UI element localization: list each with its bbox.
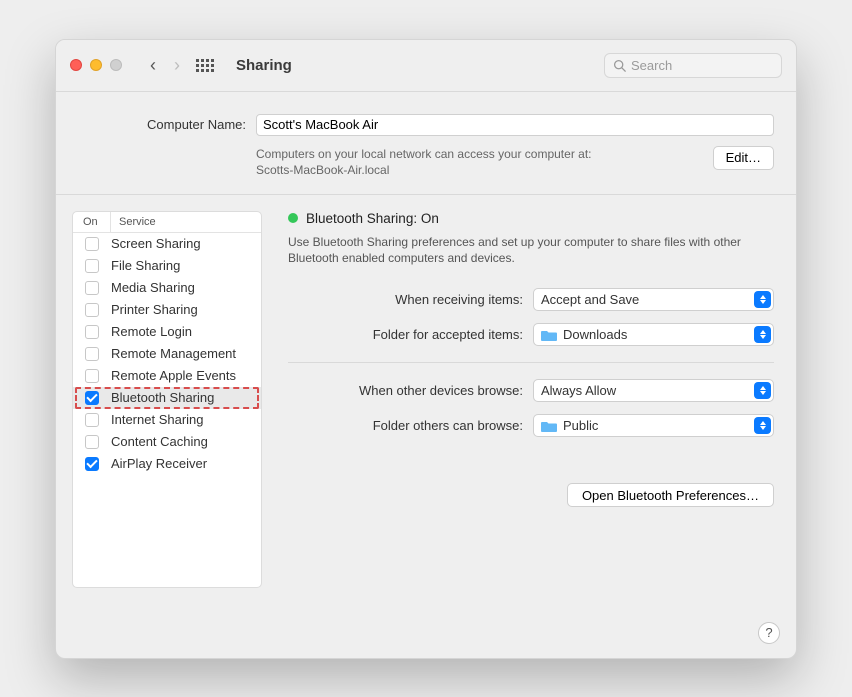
status-indicator-icon (288, 213, 298, 223)
window-controls (70, 59, 122, 71)
receive-select[interactable]: Accept and Save (533, 288, 774, 311)
show-all-icon[interactable] (196, 59, 214, 72)
computer-name-desc: Computers on your local network can acce… (256, 146, 693, 178)
chevron-updown-icon (754, 326, 771, 343)
service-label: File Sharing (111, 258, 261, 273)
accept-folder-select[interactable]: Downloads (533, 323, 774, 346)
service-row[interactable]: Content Caching (73, 431, 261, 453)
nav-arrows: ‹ › (150, 55, 180, 76)
service-row[interactable]: AirPlay Receiver (73, 453, 261, 475)
service-checkbox[interactable] (85, 281, 99, 295)
service-checkbox[interactable] (85, 435, 99, 449)
service-label: AirPlay Receiver (111, 456, 261, 471)
service-row[interactable]: Remote Login (73, 321, 261, 343)
services-pane: On Service Screen Sharing File Sharing Med… (56, 195, 278, 658)
close-icon[interactable] (70, 59, 82, 71)
accept-folder-value: Downloads (563, 327, 627, 342)
service-checkbox[interactable] (85, 237, 99, 251)
service-checkbox[interactable] (85, 347, 99, 361)
service-row[interactable]: Remote Apple Events (73, 365, 261, 387)
col-on-header[interactable]: On (73, 212, 111, 232)
browse-folder-label: Folder others can browse: (288, 418, 533, 433)
chevron-updown-icon (754, 291, 771, 308)
detail-pane: Bluetooth Sharing: On Use Bluetooth Shar… (278, 195, 796, 658)
status-desc: Use Bluetooth Sharing preferences and se… (288, 234, 774, 266)
service-checkbox[interactable] (85, 413, 99, 427)
service-row[interactable]: Bluetooth Sharing (73, 387, 261, 409)
status-title: Bluetooth Sharing: On (306, 211, 439, 226)
service-row[interactable]: Remote Management (73, 343, 261, 365)
open-bluetooth-prefs-button[interactable]: Open Bluetooth Preferences… (567, 483, 774, 507)
folder-icon (541, 420, 557, 432)
service-label: Remote Management (111, 346, 261, 361)
service-label: Bluetooth Sharing (111, 390, 261, 405)
minimize-icon[interactable] (90, 59, 102, 71)
service-label: Media Sharing (111, 280, 261, 295)
service-checkbox[interactable] (85, 259, 99, 273)
service-row[interactable]: Internet Sharing (73, 409, 261, 431)
service-label: Remote Apple Events (111, 368, 261, 383)
search-field[interactable] (604, 53, 782, 78)
service-checkbox[interactable] (85, 369, 99, 383)
service-label: Internet Sharing (111, 412, 261, 427)
browse-folder-value: Public (563, 418, 598, 433)
service-label: Screen Sharing (111, 236, 261, 251)
edit-button[interactable]: Edit… (713, 146, 774, 170)
window-title: Sharing (236, 57, 292, 74)
services-table: On Service Screen Sharing File Sharing Med… (72, 211, 262, 588)
zoom-icon (110, 59, 122, 71)
service-label: Content Caching (111, 434, 261, 449)
service-checkbox[interactable] (85, 391, 99, 405)
computer-name-pane: Computer Name: Computers on your local n… (56, 92, 796, 195)
browse-label: When other devices browse: (288, 383, 533, 398)
browse-select[interactable]: Always Allow (533, 379, 774, 402)
accept-folder-label: Folder for accepted items: (288, 327, 533, 342)
service-checkbox[interactable] (85, 457, 99, 471)
forward-button: › (174, 55, 180, 76)
preferences-window: ‹ › Sharing Computer Name: Computers on … (55, 39, 797, 659)
browse-folder-select[interactable]: Public (533, 414, 774, 437)
receive-value: Accept and Save (541, 292, 639, 307)
chevron-updown-icon (754, 417, 771, 434)
service-row[interactable]: Media Sharing (73, 277, 261, 299)
service-row[interactable]: Screen Sharing (73, 233, 261, 255)
service-checkbox[interactable] (85, 325, 99, 339)
service-row[interactable]: Printer Sharing (73, 299, 261, 321)
col-service-header[interactable]: Service (111, 212, 261, 232)
search-icon (613, 59, 626, 72)
chevron-updown-icon (754, 382, 771, 399)
back-button[interactable]: ‹ (150, 55, 156, 76)
service-label: Printer Sharing (111, 302, 261, 317)
content-area: On Service Screen Sharing File Sharing Med… (56, 195, 796, 658)
computer-name-input[interactable] (256, 114, 774, 136)
receive-label: When receiving items: (288, 292, 533, 307)
service-row[interactable]: File Sharing (73, 255, 261, 277)
search-input[interactable] (631, 58, 773, 73)
browse-value: Always Allow (541, 383, 616, 398)
computer-name-label: Computer Name: (78, 117, 246, 132)
help-button[interactable]: ? (758, 622, 780, 644)
folder-icon (541, 329, 557, 341)
toolbar: ‹ › Sharing (56, 40, 796, 92)
service-label: Remote Login (111, 324, 261, 339)
service-checkbox[interactable] (85, 303, 99, 317)
